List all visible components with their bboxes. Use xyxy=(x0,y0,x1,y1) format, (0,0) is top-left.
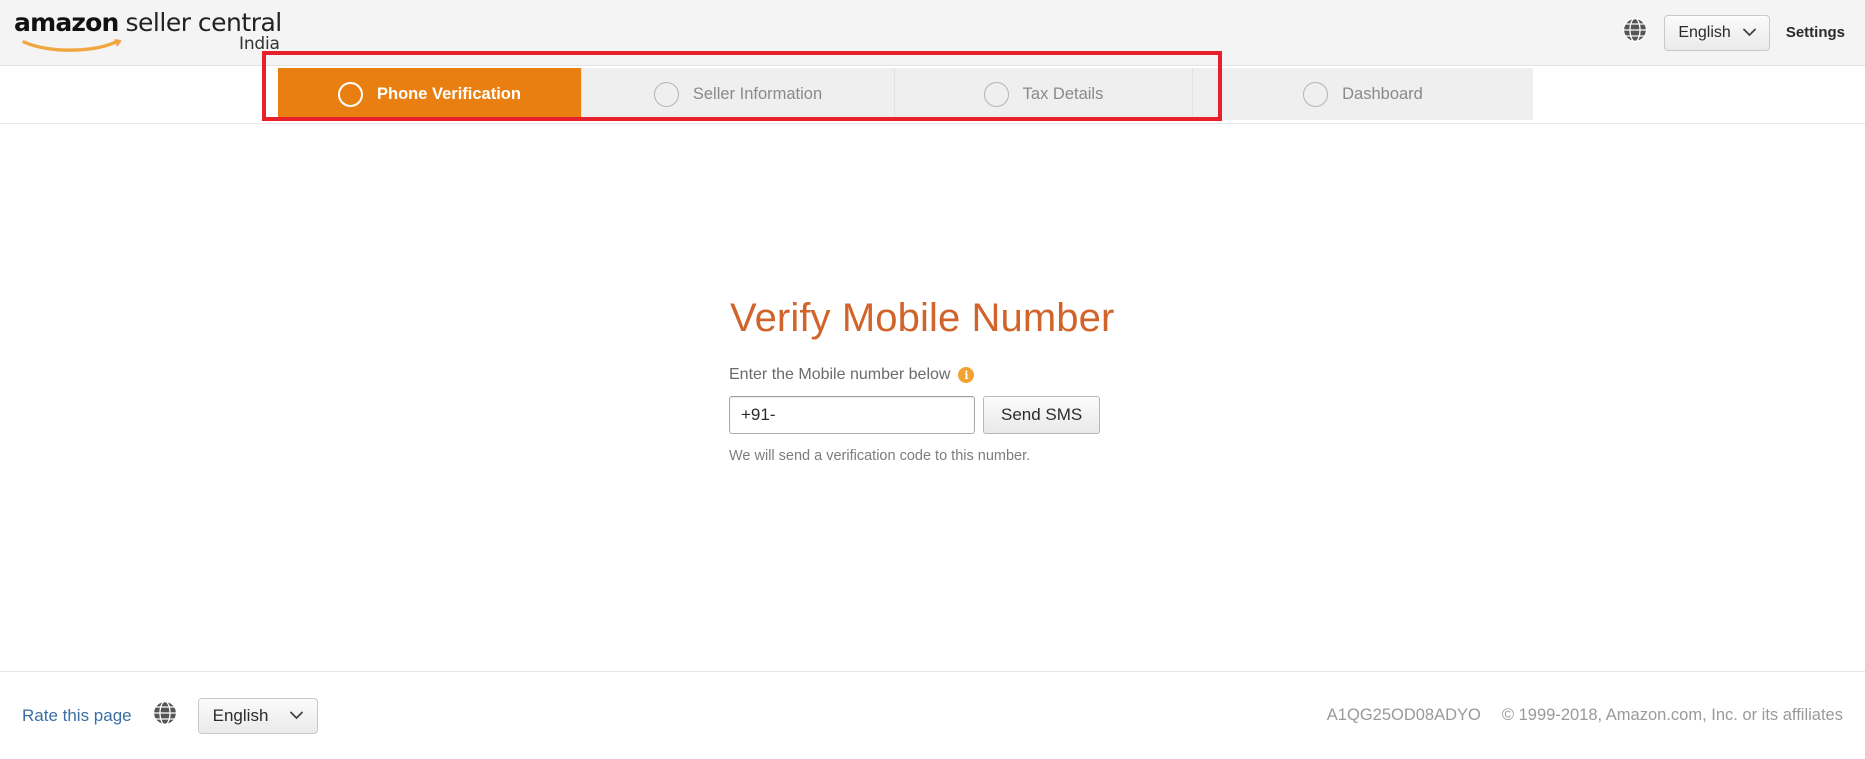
chevron-down-icon xyxy=(1742,25,1756,40)
verify-mobile-form: Verify Mobile Number Enter the Mobile nu… xyxy=(729,295,1349,464)
page-title: Verify Mobile Number xyxy=(730,296,1115,340)
globe-icon xyxy=(152,700,178,731)
header-language-selector[interactable]: English xyxy=(1664,14,1770,51)
site-header: amazon seller central India English Sett… xyxy=(0,0,1865,66)
step-circle-icon xyxy=(983,81,1009,107)
footer-left-group: Rate this page English xyxy=(22,697,319,734)
step-circle-icon xyxy=(1303,81,1329,107)
marketplace-label: India xyxy=(239,34,280,54)
step-circle-icon xyxy=(653,81,679,107)
mobile-input-row: Send SMS xyxy=(729,396,1349,434)
footer-language-label: English xyxy=(212,705,269,725)
footer-right-group: A1QG25OD08ADYO © 1999-2018, Amazon.com, … xyxy=(1327,706,1843,725)
registration-progress-bar: Phone Verification Seller Information Ta… xyxy=(0,66,1865,124)
settings-link[interactable]: Settings xyxy=(1786,24,1845,41)
progress-tab-strip: Phone Verification Seller Information Ta… xyxy=(278,68,1533,120)
tab-label: Dashboard xyxy=(1342,84,1423,103)
tab-seller-information[interactable]: Seller Information xyxy=(581,68,894,120)
send-sms-button[interactable]: Send SMS xyxy=(983,396,1101,434)
header-language-label: English xyxy=(1678,23,1731,41)
tab-label: Tax Details xyxy=(1022,84,1104,103)
copyright-text: © 1999-2018, Amazon.com, Inc. or its aff… xyxy=(1501,706,1843,724)
site-footer: Rate this page English A1QG25OD08ADYO © xyxy=(0,671,1865,759)
tab-phone-verification[interactable]: Phone Verification xyxy=(278,68,581,120)
mobile-number-label: Enter the Mobile number below i xyxy=(729,366,1349,384)
chevron-down-icon xyxy=(290,708,304,723)
brand-wordmark-row: amazon seller central xyxy=(14,10,282,35)
footer-language-selector[interactable]: English xyxy=(197,697,319,734)
amazon-seller-central-logo[interactable]: amazon seller central India xyxy=(14,10,282,55)
merchant-id: A1QG25OD08ADYO xyxy=(1326,706,1481,724)
amazon-smile-icon xyxy=(22,36,126,52)
seller-central-wordmark: seller central xyxy=(125,8,283,37)
tab-tax-details[interactable]: Tax Details xyxy=(894,68,1192,120)
tab-label: Seller Information xyxy=(692,84,823,103)
tab-dashboard[interactable]: Dashboard xyxy=(1192,68,1533,120)
amazon-wordmark: amazon xyxy=(14,8,119,37)
globe-icon xyxy=(1622,17,1648,48)
mobile-number-label-text: Enter the Mobile number below xyxy=(729,366,951,383)
info-icon[interactable]: i xyxy=(958,367,975,383)
header-actions: English Settings xyxy=(1622,14,1845,51)
mobile-number-input[interactable] xyxy=(729,396,975,434)
rate-this-page-link[interactable]: Rate this page xyxy=(22,706,132,726)
verification-hint-text: We will send a verification code to this… xyxy=(729,448,1031,464)
tab-label: Phone Verification xyxy=(377,84,521,103)
main-content: Verify Mobile Number Enter the Mobile nu… xyxy=(0,125,1865,671)
step-circle-icon xyxy=(338,81,364,107)
